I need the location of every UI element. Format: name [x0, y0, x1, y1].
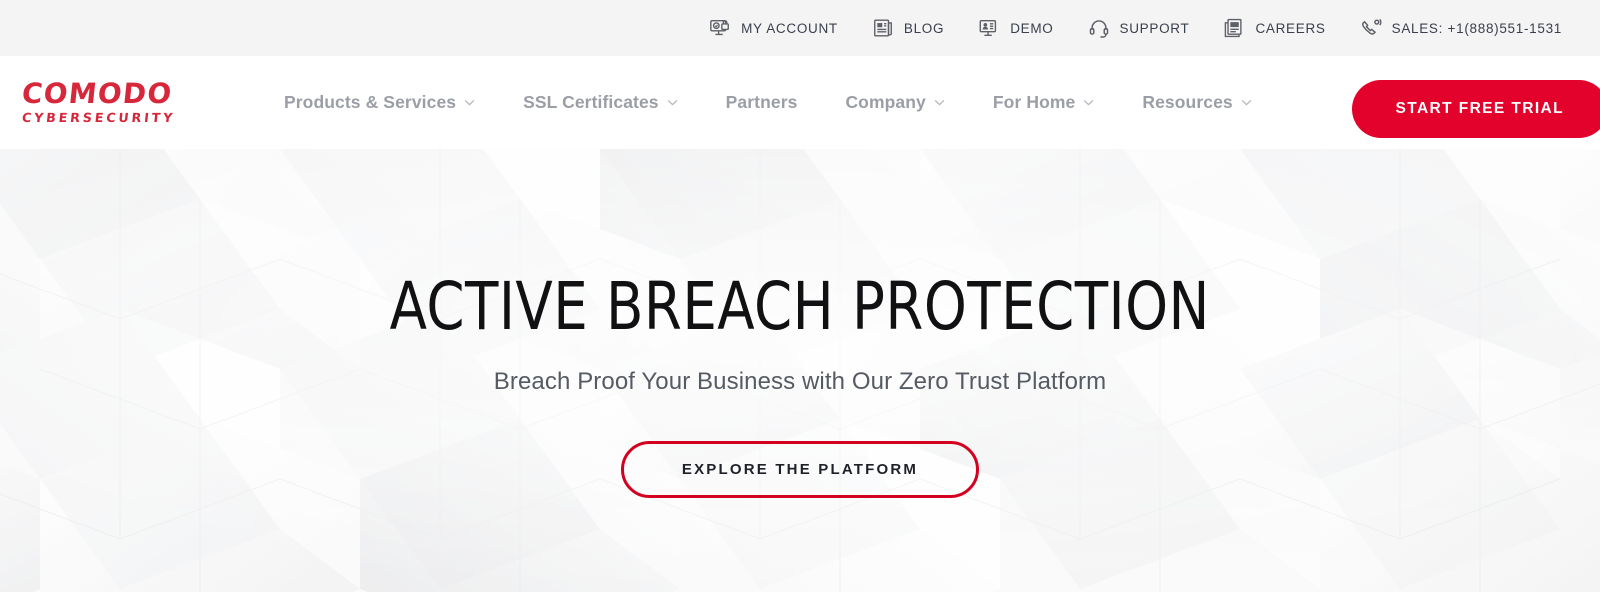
topbar-item-sales-phone[interactable]: SALES: +1(888)551-1531 [1360, 17, 1562, 39]
hero-title: ACTIVE BREACH PROTECTION [389, 268, 1211, 345]
monitor-lock-icon [709, 17, 731, 39]
topbar-label: MY ACCOUNT [741, 20, 838, 36]
topbar-item-blog[interactable]: BLOG [872, 17, 944, 39]
nav-item-for-home[interactable]: For Home [969, 92, 1118, 113]
chevron-down-icon [464, 99, 475, 106]
logo-wordmark: COMODO [20, 77, 175, 111]
chevron-down-icon [667, 99, 678, 106]
main-navbar: COMODO CYBERSECURITY Products & Services… [0, 56, 1600, 149]
topbar-label: CAREERS [1255, 20, 1326, 36]
nav-item-label: Products & Services [284, 92, 457, 112]
presentation-person-icon [978, 17, 1000, 39]
topbar-label: DEMO [1010, 20, 1054, 36]
utility-topbar: MY ACCOUNT BLOG DEMO SUPPORT CAREERS SAL… [0, 0, 1600, 56]
nav-item-label: Partners [725, 92, 798, 112]
hero-content: ACTIVE BREACH PROTECTION Breach Proof Yo… [0, 149, 1600, 592]
topbar-item-support[interactable]: SUPPORT [1088, 17, 1190, 39]
topbar-item-my-account[interactable]: MY ACCOUNT [709, 17, 838, 39]
utility-links: MY ACCOUNT BLOG DEMO SUPPORT CAREERS SAL… [709, 17, 1562, 39]
nav-item-ssl-certificates[interactable]: SSL Certificates [499, 92, 702, 113]
comodo-logo[interactable]: COMODO CYBERSECURITY [20, 77, 212, 126]
start-free-trial-button[interactable]: START FREE TRIAL [1351, 80, 1600, 138]
newspaper-icon [872, 17, 894, 39]
hero-subtitle: Breach Proof Your Business with Our Zero… [493, 368, 1107, 395]
nav-item-label: Company [845, 92, 926, 112]
topbar-label: BLOG [903, 20, 945, 36]
topbar-label: SALES: +1(888)551-1531 [1391, 20, 1562, 36]
chevron-down-icon [1241, 99, 1252, 106]
hero-section: ACTIVE BREACH PROTECTION Breach Proof Yo… [0, 149, 1600, 592]
topbar-item-careers[interactable]: CAREERS [1223, 17, 1325, 39]
phone-ring-icon [1360, 17, 1382, 39]
nav-item-resources[interactable]: Resources [1118, 92, 1275, 113]
nav-item-products-and-services[interactable]: Products & Services [260, 92, 499, 113]
nav-item-label: SSL Certificates [523, 92, 659, 112]
topbar-label: SUPPORT [1119, 20, 1190, 36]
nav-item-company[interactable]: Company [821, 92, 968, 113]
chevron-down-icon [1083, 99, 1094, 106]
headset-icon [1088, 17, 1110, 39]
nav-item-partners[interactable]: Partners [702, 92, 822, 113]
chevron-down-icon [934, 99, 945, 106]
logo-tagline: CYBERSECURITY [21, 110, 177, 126]
document-stack-icon [1223, 17, 1245, 39]
primary-navigation: Products & Services SSL Certificates Par… [260, 92, 1276, 113]
nav-item-label: Resources [1142, 92, 1233, 112]
explore-the-platform-button[interactable]: EXPLORE THE PLATFORM [620, 441, 980, 498]
nav-item-label: For Home [992, 92, 1076, 112]
topbar-item-demo[interactable]: DEMO [978, 17, 1053, 39]
